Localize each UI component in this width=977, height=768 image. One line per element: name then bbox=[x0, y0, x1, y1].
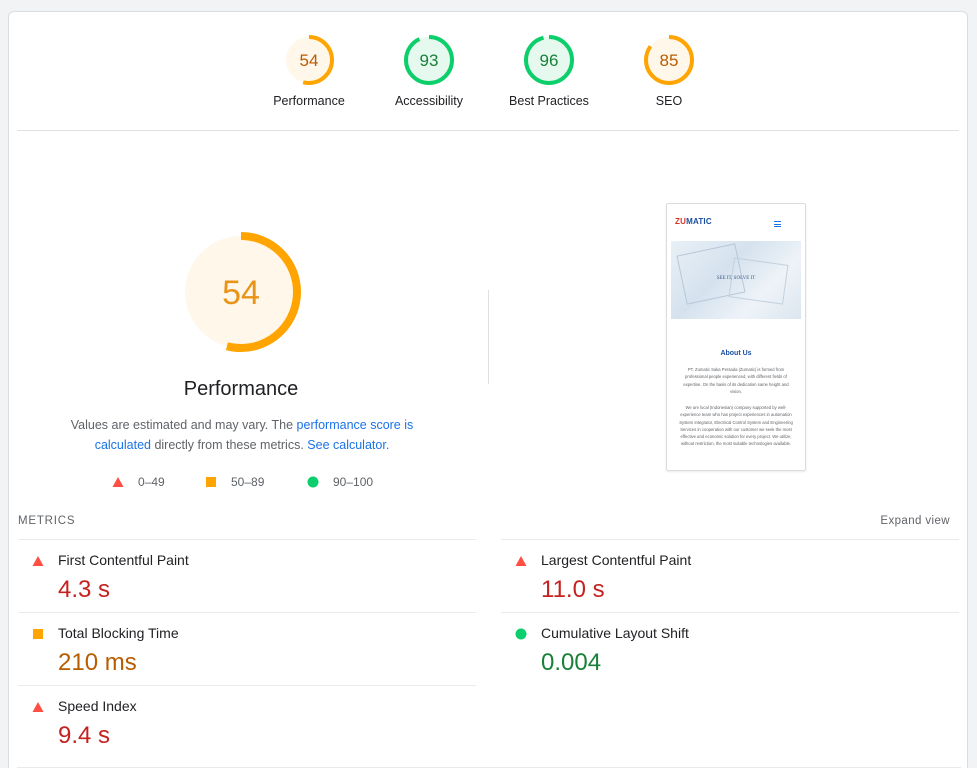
performance-gauge: 54 bbox=[181, 232, 301, 352]
triangle-icon bbox=[515, 556, 527, 566]
metric-value: 11.0 s bbox=[541, 576, 605, 603]
metric-label: Speed Index bbox=[58, 698, 137, 714]
legend-range: 50–89 bbox=[231, 475, 265, 489]
legend-fail: 0–49 bbox=[112, 475, 165, 489]
description-text: Values are estimated and may vary. The bbox=[70, 418, 297, 432]
summary-divider bbox=[17, 130, 959, 131]
gauge-accessibility[interactable]: 93 Accessibility bbox=[364, 34, 494, 108]
description-text: directly from these metrics. bbox=[150, 438, 308, 452]
metric-lcp: Largest Contentful Paint 11.0 s bbox=[501, 539, 959, 612]
performance-description: Values are estimated and may vary. The p… bbox=[59, 415, 425, 455]
preview-about-title: About Us bbox=[720, 350, 752, 357]
triangle-icon bbox=[112, 477, 124, 487]
triangle-icon bbox=[32, 556, 44, 566]
preview-hero-text: SEE IT, SOLVE IT bbox=[716, 276, 756, 281]
gauge-ring: 54 bbox=[284, 35, 334, 85]
performance-score: 54 bbox=[222, 274, 260, 312]
square-icon bbox=[206, 477, 216, 487]
gauge-label: SEO bbox=[655, 94, 683, 108]
metric-speed-index: Speed Index 9.4 s bbox=[18, 685, 476, 758]
circle-icon bbox=[515, 628, 527, 640]
preview-hero-image: SEE IT, SOLVE IT bbox=[671, 241, 801, 319]
gauge-ring: 93 bbox=[404, 35, 454, 85]
metric-label: First Contentful Paint bbox=[58, 552, 189, 568]
metric-fcp: First Contentful Paint 4.3 s bbox=[18, 539, 476, 612]
metrics-header: METRICS bbox=[18, 515, 76, 527]
gauge-score: 54 bbox=[300, 51, 319, 70]
section-divider bbox=[488, 290, 489, 384]
metric-cls: Cumulative Layout Shift 0.004 bbox=[501, 612, 959, 685]
gauge-seo[interactable]: 85 SEO bbox=[604, 34, 734, 108]
metric-tbt: Total Blocking Time 210 ms bbox=[18, 612, 476, 685]
metric-label: Cumulative Layout Shift bbox=[541, 625, 689, 641]
report-panel: 54 Performance 93 Accessibility 96 Best … bbox=[8, 11, 968, 768]
legend-range: 0–49 bbox=[138, 475, 165, 489]
gauge-label: Accessibility bbox=[394, 94, 464, 108]
metric-label: Largest Contentful Paint bbox=[541, 552, 692, 568]
metric-value: 4.3 s bbox=[58, 576, 111, 603]
hamburger-menu-icon bbox=[774, 221, 781, 229]
gauge-performance[interactable]: 54 Performance bbox=[244, 34, 374, 108]
score-summary: 54 Performance 93 Accessibility 96 Best … bbox=[9, 12, 967, 131]
preview-paragraph: We are local (Indonesian) company suppor… bbox=[679, 405, 793, 447]
triangle-icon bbox=[32, 702, 44, 712]
gauge-best-practices[interactable]: 96 Best Practices bbox=[484, 34, 614, 108]
metric-value: 210 ms bbox=[58, 649, 137, 676]
metric-value: 0.004 bbox=[541, 649, 602, 676]
circle-icon bbox=[307, 476, 319, 488]
gauge-label: Performance bbox=[273, 94, 345, 108]
gauge-ring: 96 bbox=[524, 35, 574, 85]
expand-view-toggle[interactable]: Expand view bbox=[880, 515, 950, 527]
preview-logo: ZUMATIC bbox=[675, 217, 712, 226]
page-screenshot-preview[interactable]: ZUMATIC SEE IT, SOLVE IT About Us PT. Zu… bbox=[666, 203, 806, 471]
legend-range: 90–100 bbox=[333, 475, 374, 489]
performance-title: Performance bbox=[183, 378, 299, 400]
preview-paragraph: PT. Zumatic Saka Persada (Zumatic) is fo… bbox=[683, 367, 789, 394]
legend-pass: 90–100 bbox=[307, 475, 373, 489]
gauge-ring: 85 bbox=[644, 35, 694, 85]
gauge-score: 85 bbox=[660, 51, 679, 70]
see-calculator-link[interactable]: See calculator bbox=[307, 438, 386, 452]
metric-value: 9.4 s bbox=[58, 722, 111, 749]
legend-average: 50–89 bbox=[205, 475, 264, 489]
score-legend: 0–49 50–89 90–100 bbox=[9, 475, 479, 491]
gauge-score: 93 bbox=[420, 51, 439, 70]
gauge-label: Best Practices bbox=[509, 94, 589, 108]
square-icon bbox=[33, 629, 43, 639]
metric-label: Total Blocking Time bbox=[58, 625, 179, 641]
description-text: . bbox=[385, 438, 390, 452]
gauge-score: 96 bbox=[540, 51, 559, 70]
